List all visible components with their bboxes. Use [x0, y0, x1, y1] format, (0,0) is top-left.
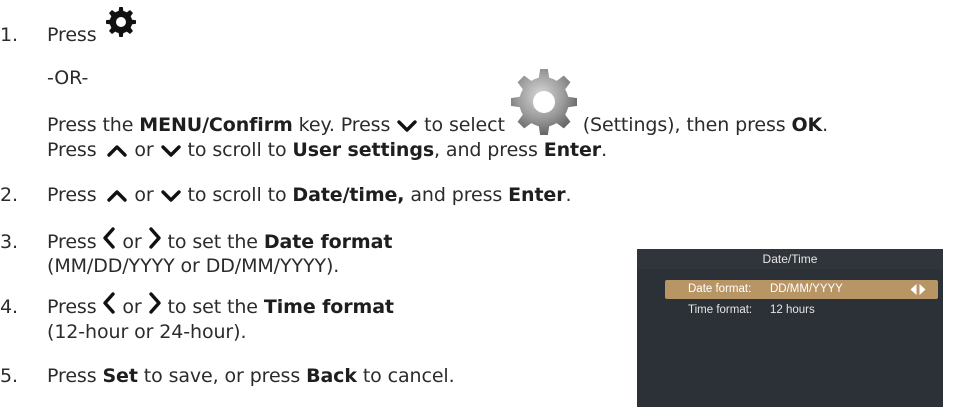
time-format-row[interactable]: Time format: 12 hours	[665, 301, 935, 319]
step-text: Press	[47, 184, 103, 206]
step-text: (MM/DD/YYYY or DD/MM/YYYY).	[47, 255, 340, 277]
step-text: to cancel.	[356, 365, 455, 387]
step-text: to select	[418, 114, 511, 136]
step-text: Press	[47, 365, 103, 387]
step-number: 5.	[0, 365, 18, 387]
chevron-left-icon	[103, 291, 116, 314]
step-text: or	[128, 139, 160, 161]
chevron-right-icon	[148, 291, 161, 314]
step-text: or	[116, 296, 148, 318]
ok-key-label: OK	[791, 114, 823, 136]
chevron-up-icon	[107, 189, 128, 202]
step-text: or	[128, 184, 160, 206]
step-text: .	[601, 139, 608, 161]
step-text: and press	[404, 184, 509, 206]
date-format-label: Date format	[263, 231, 393, 253]
chevron-down-icon	[160, 144, 181, 157]
step-number: 3.	[0, 231, 18, 253]
step-number: 1.	[0, 24, 18, 46]
chevron-left-icon	[103, 226, 116, 249]
row-value: DD/MM/YYYY	[770, 283, 843, 295]
enter-key-label: Enter	[508, 184, 566, 206]
left-right-arrows-icon	[910, 284, 926, 295]
step-text: Press the	[47, 114, 140, 136]
step-number: 2.	[0, 184, 18, 206]
step-text: (Settings), then press	[576, 114, 792, 136]
date-format-row[interactable]: Date format: DD/MM/YYYY	[665, 280, 938, 299]
back-key-label: Back	[306, 365, 357, 387]
step-text: to scroll to	[181, 139, 293, 161]
user-settings-label: User settings	[292, 139, 435, 161]
step-text: , and press	[434, 139, 544, 161]
step-text: Press	[47, 24, 97, 46]
step-text: to scroll to	[181, 184, 293, 206]
step-text: to save, or press	[137, 365, 307, 387]
menu-confirm-key-label: MENU/Confirm	[139, 114, 293, 136]
chevron-down-icon	[160, 189, 181, 202]
step-text: to set the	[161, 231, 264, 253]
step-text: (12-hour or 24-hour).	[47, 321, 247, 343]
step-text: or	[116, 231, 148, 253]
set-key-label: Set	[102, 365, 138, 387]
enter-key-label: Enter	[543, 139, 602, 161]
date-time-screen: Date/Time Date format: DD/MM/YYYY Time f…	[637, 249, 943, 407]
row-label: Date format:	[688, 283, 752, 295]
step-text: Press	[47, 231, 103, 253]
step-text: Press	[47, 139, 103, 161]
gear-icon	[510, 68, 577, 135]
screen-title: Date/Time	[637, 249, 943, 269]
step-text: .	[565, 184, 572, 206]
chevron-up-icon	[107, 144, 128, 157]
or-separator: -OR-	[47, 67, 89, 89]
step-text: to set the	[161, 296, 264, 318]
gear-icon	[106, 6, 137, 37]
step-text: Press	[47, 296, 103, 318]
step-text: key. Press	[292, 114, 397, 136]
date-time-label: Date/time,	[292, 184, 405, 206]
time-format-label: Time format	[263, 296, 394, 318]
chevron-down-icon	[397, 119, 417, 132]
row-label: Time format:	[688, 304, 753, 316]
step-number: 4.	[0, 296, 18, 318]
row-value: 12 hours	[770, 304, 815, 316]
chevron-right-icon	[148, 226, 161, 249]
step-text: .	[822, 114, 829, 136]
